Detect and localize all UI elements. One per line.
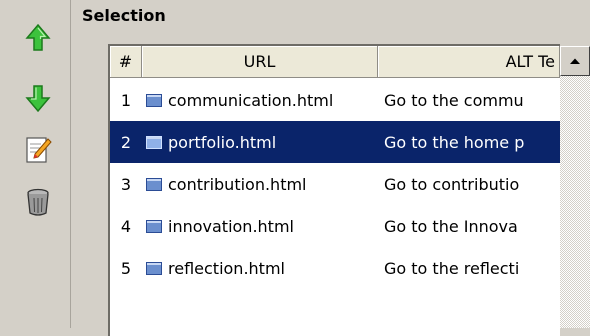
scroll-up-arrow-icon <box>570 58 580 64</box>
row-alt-text: Go to the commu <box>384 90 524 110</box>
scroll-up-button[interactable] <box>560 46 590 76</box>
row-alt-text: Go to the home p <box>384 132 525 152</box>
page-icon <box>146 177 162 191</box>
row-url-text: reflection.html <box>168 258 285 278</box>
column-header-alt-text[interactable]: ALT Te <box>378 46 560 78</box>
table-header: # URL ALT Te <box>110 46 560 78</box>
row-alt-text: Go to the Innova <box>384 216 518 236</box>
row-alt-text: Go to the reflecti <box>384 258 520 278</box>
selection-panel: Selection # URL ALT Te 1 communication.h… <box>72 0 590 336</box>
left-toolbar <box>0 0 71 328</box>
move-down-button[interactable] <box>20 80 56 116</box>
row-number: 3 <box>120 174 132 194</box>
edit-icon <box>26 137 52 163</box>
url-table: # URL ALT Te 1 communication.html Go to … <box>108 44 560 336</box>
row-url: contribution.html <box>142 175 378 194</box>
row-number: 2 <box>120 132 132 152</box>
page-icon <box>146 93 162 107</box>
page-icon <box>146 219 162 233</box>
move-up-button[interactable] <box>20 20 56 56</box>
table-row[interactable]: 1 communication.html Go to the commu <box>110 79 560 121</box>
page-icon <box>146 135 162 149</box>
row-url: reflection.html <box>142 259 378 278</box>
row-number: 4 <box>120 216 132 236</box>
row-url: innovation.html <box>142 217 378 236</box>
row-url-text: portfolio.html <box>168 132 277 152</box>
row-url-text: innovation.html <box>168 216 294 236</box>
row-url: communication.html <box>142 91 378 110</box>
row-url: portfolio.html <box>142 133 378 152</box>
column-header-number[interactable]: # <box>110 46 142 78</box>
delete-button[interactable] <box>20 184 56 220</box>
table-body: 1 communication.html Go to the commu 2 p… <box>110 79 560 289</box>
arrow-up-icon <box>25 23 51 51</box>
table-row[interactable]: 3 contribution.html Go to contributio <box>110 163 560 205</box>
table-row-selected[interactable]: 2 portfolio.html Go to the home p <box>110 121 560 163</box>
page-icon <box>146 261 162 275</box>
column-header-url[interactable]: URL <box>142 46 378 78</box>
section-title: Selection <box>82 6 166 25</box>
row-number: 5 <box>120 258 132 278</box>
row-alt-text: Go to contributio <box>384 174 520 194</box>
row-url-text: communication.html <box>168 90 334 110</box>
table-row[interactable]: 4 innovation.html Go to the Innova <box>110 205 560 247</box>
table-row[interactable]: 5 reflection.html Go to the reflecti <box>110 247 560 289</box>
row-number: 1 <box>120 90 132 110</box>
row-url-text: contribution.html <box>168 174 307 194</box>
trash-icon <box>27 188 49 216</box>
vertical-scrollbar[interactable] <box>560 46 590 328</box>
edit-button[interactable] <box>20 132 56 168</box>
arrow-down-icon <box>25 85 51 113</box>
